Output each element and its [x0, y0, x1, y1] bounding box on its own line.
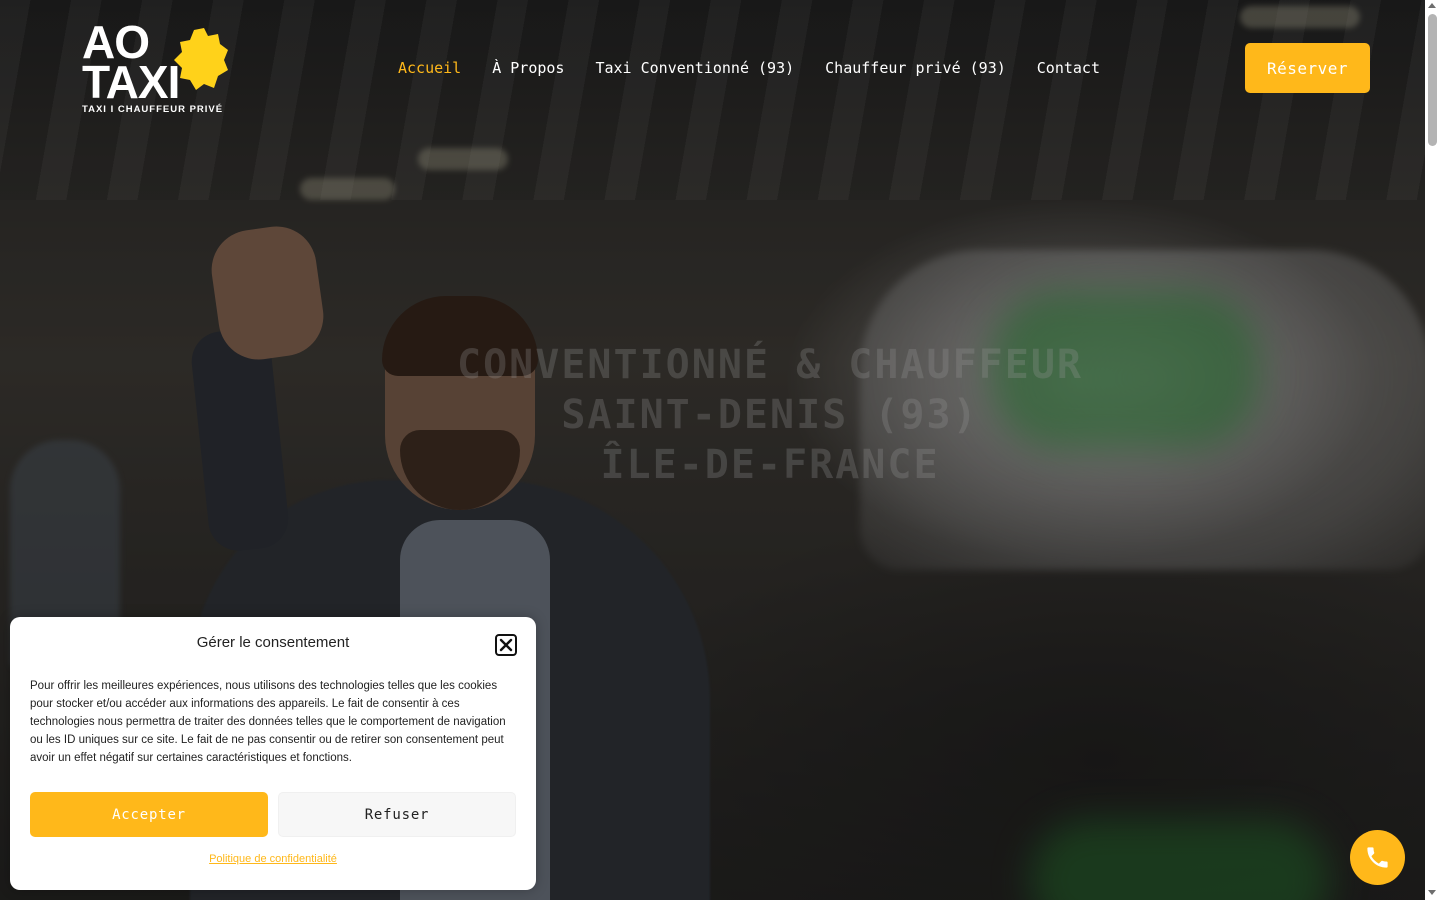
close-icon [499, 638, 513, 652]
nav-item-accueil[interactable]: Accueil [398, 58, 461, 78]
refuse-button[interactable]: Refuser [278, 792, 516, 837]
privacy-policy-link[interactable]: Politique de confidentialité [10, 853, 536, 865]
scroll-up-arrow-icon[interactable] [1428, 3, 1436, 8]
reserve-button[interactable]: Réserver [1245, 43, 1370, 93]
site-logo[interactable]: AO TAXI TAXI I CHAUFFEUR PRIVÉ [82, 19, 232, 118]
nav-item-chauffeur-prive[interactable]: Chauffeur privé (93) [825, 58, 1006, 78]
hero-title-line: ÎLE-DE-FRANCE [600, 442, 940, 488]
ile-de-france-map-icon [174, 28, 228, 90]
nav-item-contact[interactable]: Contact [1037, 58, 1100, 78]
consent-modal: Gérer le consentement Pour offrir les me… [10, 617, 536, 890]
accept-button[interactable]: Accepter [30, 792, 268, 837]
scrollbar-thumb[interactable] [1428, 14, 1437, 146]
logo-text-taxi: TAXI [82, 56, 180, 108]
page-scrollbar[interactable] [1425, 0, 1440, 900]
hero-title-line: CONVENTIONNÉ & CHAUFFEUR [457, 342, 1083, 388]
phone-icon [1367, 847, 1388, 868]
nav-item-a-propos[interactable]: À Propos [492, 58, 564, 78]
consent-title: Gérer le consentement [196, 634, 350, 651]
consent-description: Pour offrir les meilleures expériences, … [30, 680, 506, 764]
call-button[interactable] [1350, 830, 1405, 885]
consent-close-button[interactable] [495, 634, 517, 656]
logo-tagline: TAXI I CHAUFFEUR PRIVÉ [82, 104, 224, 115]
hero-title: CONVENTIONNÉ & CHAUFFEUR SAINT-DENIS (93… [420, 340, 1120, 490]
main-nav: Accueil À Propos Taxi Conventionné (93) … [398, 58, 1100, 78]
nav-item-taxi-conventionne[interactable]: Taxi Conventionné (93) [595, 58, 794, 78]
scroll-down-arrow-icon[interactable] [1428, 890, 1436, 895]
hero-title-line: SAINT-DENIS (93) [561, 392, 979, 438]
